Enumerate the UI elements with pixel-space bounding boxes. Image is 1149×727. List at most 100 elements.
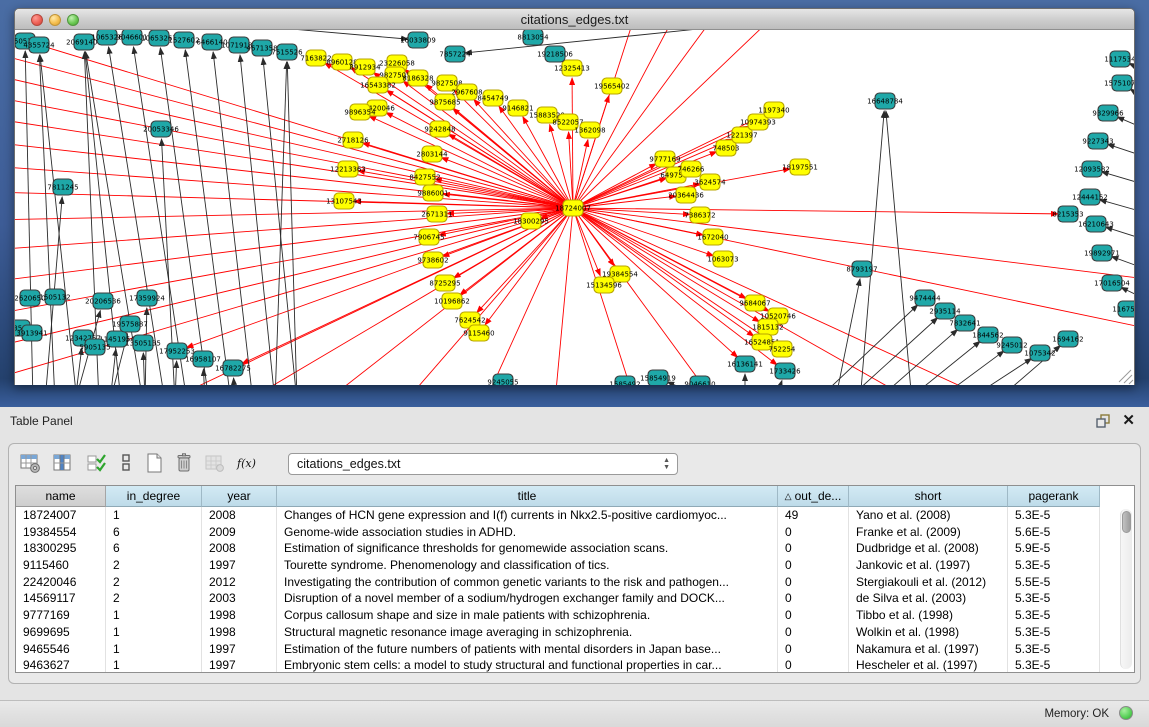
citation-edge-black[interactable] — [1102, 172, 1134, 184]
table-cell[interactable]: 5.3E-5 — [1008, 624, 1100, 641]
table-cell[interactable]: 5.3E-5 — [1008, 590, 1100, 607]
citation-edge-red[interactable] — [15, 208, 573, 348]
table-cell[interactable]: Hescheler et al. (1997) — [849, 657, 1008, 673]
graph-node[interactable]: 8454749 — [477, 90, 508, 106]
table-cell[interactable]: 1997 — [202, 657, 277, 673]
citation-edge-red[interactable] — [15, 208, 573, 282]
table-cell[interactable]: 0 — [778, 607, 849, 624]
citation-edge-red[interactable] — [573, 208, 635, 385]
column-header-year[interactable]: year — [202, 486, 277, 507]
column-header-pagerank[interactable]: pagerank — [1008, 486, 1100, 507]
citation-edge-black[interactable] — [1100, 200, 1134, 212]
graph-node[interactable]: 2671311 — [421, 206, 452, 222]
citation-edge-black[interactable] — [965, 358, 1032, 385]
citation-edge-black[interactable] — [845, 318, 938, 385]
table-cell[interactable]: de Silva et al. (2003) — [849, 590, 1008, 607]
citation-edge-red[interactable] — [573, 208, 1058, 214]
table-cell[interactable]: 5.3E-5 — [1008, 657, 1100, 673]
network-window-titlebar[interactable]: citations_edges.txt — [15, 9, 1134, 30]
graph-node[interactable]: 7906745 — [413, 229, 444, 245]
graph-node[interactable]: 20053346 — [143, 121, 179, 137]
graph-node[interactable]: 1733426 — [769, 363, 801, 379]
table-cell[interactable]: 5.3E-5 — [1008, 507, 1100, 524]
table-cell[interactable]: 5.6E-5 — [1008, 524, 1100, 541]
table-cell[interactable]: Tourette syndrome. Phenomenology and cla… — [277, 557, 778, 574]
column-visibility-button[interactable] — [49, 451, 75, 477]
table-cell[interactable]: 1998 — [202, 624, 277, 641]
table-row[interactable]: 946362711997Embryonic stem cells: a mode… — [16, 657, 1116, 673]
citation-edge-black[interactable] — [40, 55, 77, 385]
table-cell[interactable]: Estimation of the future numbers of pati… — [277, 641, 778, 658]
table-cell[interactable]: 9463627 — [16, 657, 106, 673]
table-cell[interactable]: Structural magnetic resonance image aver… — [277, 624, 778, 641]
table-cell[interactable]: 49 — [778, 507, 849, 524]
citation-edge-red[interactable] — [453, 108, 573, 208]
table-cell[interactable]: Genome-wide association studies in ADHD. — [277, 524, 778, 541]
table-row[interactable]: 1456911722003Disruption of a novel membe… — [16, 590, 1116, 607]
table-cell[interactable]: 2 — [106, 557, 202, 574]
table-cell[interactable]: 1 — [106, 607, 202, 624]
table-cell[interactable]: Nakamura et al. (1997) — [849, 641, 1008, 658]
table-cell[interactable]: Disruption of a novel member of a sodium… — [277, 590, 778, 607]
table-cell[interactable]: 2 — [106, 574, 202, 591]
graph-node[interactable]: 12213363 — [330, 161, 366, 177]
graph-node[interactable]: 1117534 — [1104, 51, 1134, 67]
citation-edge-red[interactable] — [15, 192, 573, 208]
citation-edge-black[interactable] — [1107, 144, 1134, 156]
table-cell[interactable]: 5.3E-5 — [1008, 641, 1100, 658]
table-select-dropdown[interactable]: citations_edges.txt ▲▼ — [288, 453, 678, 475]
graph-node[interactable]: 16958107 — [185, 351, 221, 367]
citation-edge-black[interactable] — [875, 330, 957, 385]
graph-node[interactable]: 7515526 — [271, 44, 303, 60]
table-cell[interactable]: 22420046 — [16, 574, 106, 591]
table-cell[interactable]: Corpus callosum shape and size in male p… — [277, 607, 778, 624]
table-cell[interactable]: Franke et al. (2009) — [849, 524, 1008, 541]
table-cell[interactable]: 0 — [778, 641, 849, 658]
citation-edge-red[interactable] — [573, 208, 774, 343]
table-cell[interactable]: 19384554 — [16, 524, 106, 541]
citation-edge-red[interactable] — [15, 96, 573, 208]
table-cell[interactable]: 0 — [778, 557, 849, 574]
graph-node[interactable]: 752254 — [769, 341, 796, 357]
citation-edge-black[interactable] — [275, 62, 287, 385]
graph-node[interactable]: 19892971 — [1084, 245, 1120, 261]
citation-edge-red[interactable] — [573, 208, 769, 311]
table-cell[interactable]: 18300295 — [16, 540, 106, 557]
citation-edge-black[interactable] — [905, 341, 980, 385]
resize-grip-icon[interactable] — [1119, 370, 1133, 384]
table-row[interactable]: 1938455462009Genome-wide association stu… — [16, 524, 1116, 541]
graph-node[interactable]: 1075342 — [1024, 345, 1055, 361]
graph-node[interactable]: 7163822 — [300, 50, 331, 66]
graph-node[interactable]: 20206536 — [85, 293, 121, 309]
citation-edge-black[interactable] — [1111, 256, 1134, 268]
graph-node[interactable]: 8912934 — [349, 59, 381, 75]
graph-node[interactable]: 4671358 — [246, 40, 277, 56]
table-row[interactable]: 946554611997Estimation of the future num… — [16, 641, 1116, 658]
citation-edge-black[interactable] — [815, 305, 918, 385]
column-header-in_degree[interactable]: in_degree — [106, 486, 202, 507]
citation-edge-black[interactable] — [175, 361, 177, 385]
graph-node[interactable]: 8813054 — [517, 30, 549, 45]
table-cell[interactable]: 0 — [778, 540, 849, 557]
table-row[interactable]: 1830029562008Estimation of significance … — [16, 540, 1116, 557]
table-cell[interactable]: 2009 — [202, 524, 277, 541]
table-cell[interactable]: 6 — [106, 540, 202, 557]
graph-node[interactable]: 16210643 — [1078, 216, 1114, 232]
graph-node[interactable]: 7857224 — [439, 46, 471, 62]
citation-edge-black[interactable] — [860, 111, 884, 385]
graph-node[interactable]: 18197551 — [782, 159, 818, 175]
table-cell[interactable]: 6 — [106, 524, 202, 541]
graph-node[interactable]: 9227343 — [1082, 133, 1113, 149]
column-header-title[interactable]: title — [277, 486, 778, 507]
citation-edge-black[interactable] — [1117, 117, 1134, 128]
table-cell[interactable]: Jankovic et al. (1997) — [849, 557, 1008, 574]
table-cell[interactable]: 9115460 — [16, 557, 106, 574]
table-row[interactable]: 2242004622012Investigating the contribut… — [16, 574, 1116, 591]
graph-node[interactable]: 16648784 — [867, 93, 903, 109]
table-cell[interactable]: Estimation of significance thresholds fo… — [277, 540, 778, 557]
table-cell[interactable]: 1 — [106, 507, 202, 524]
graph-node[interactable]: 1585492 — [609, 376, 640, 385]
graph-node[interactable]: 9245012 — [996, 337, 1027, 353]
table-cell[interactable]: 14569117 — [16, 590, 106, 607]
citation-edge-red[interactable] — [573, 30, 635, 208]
